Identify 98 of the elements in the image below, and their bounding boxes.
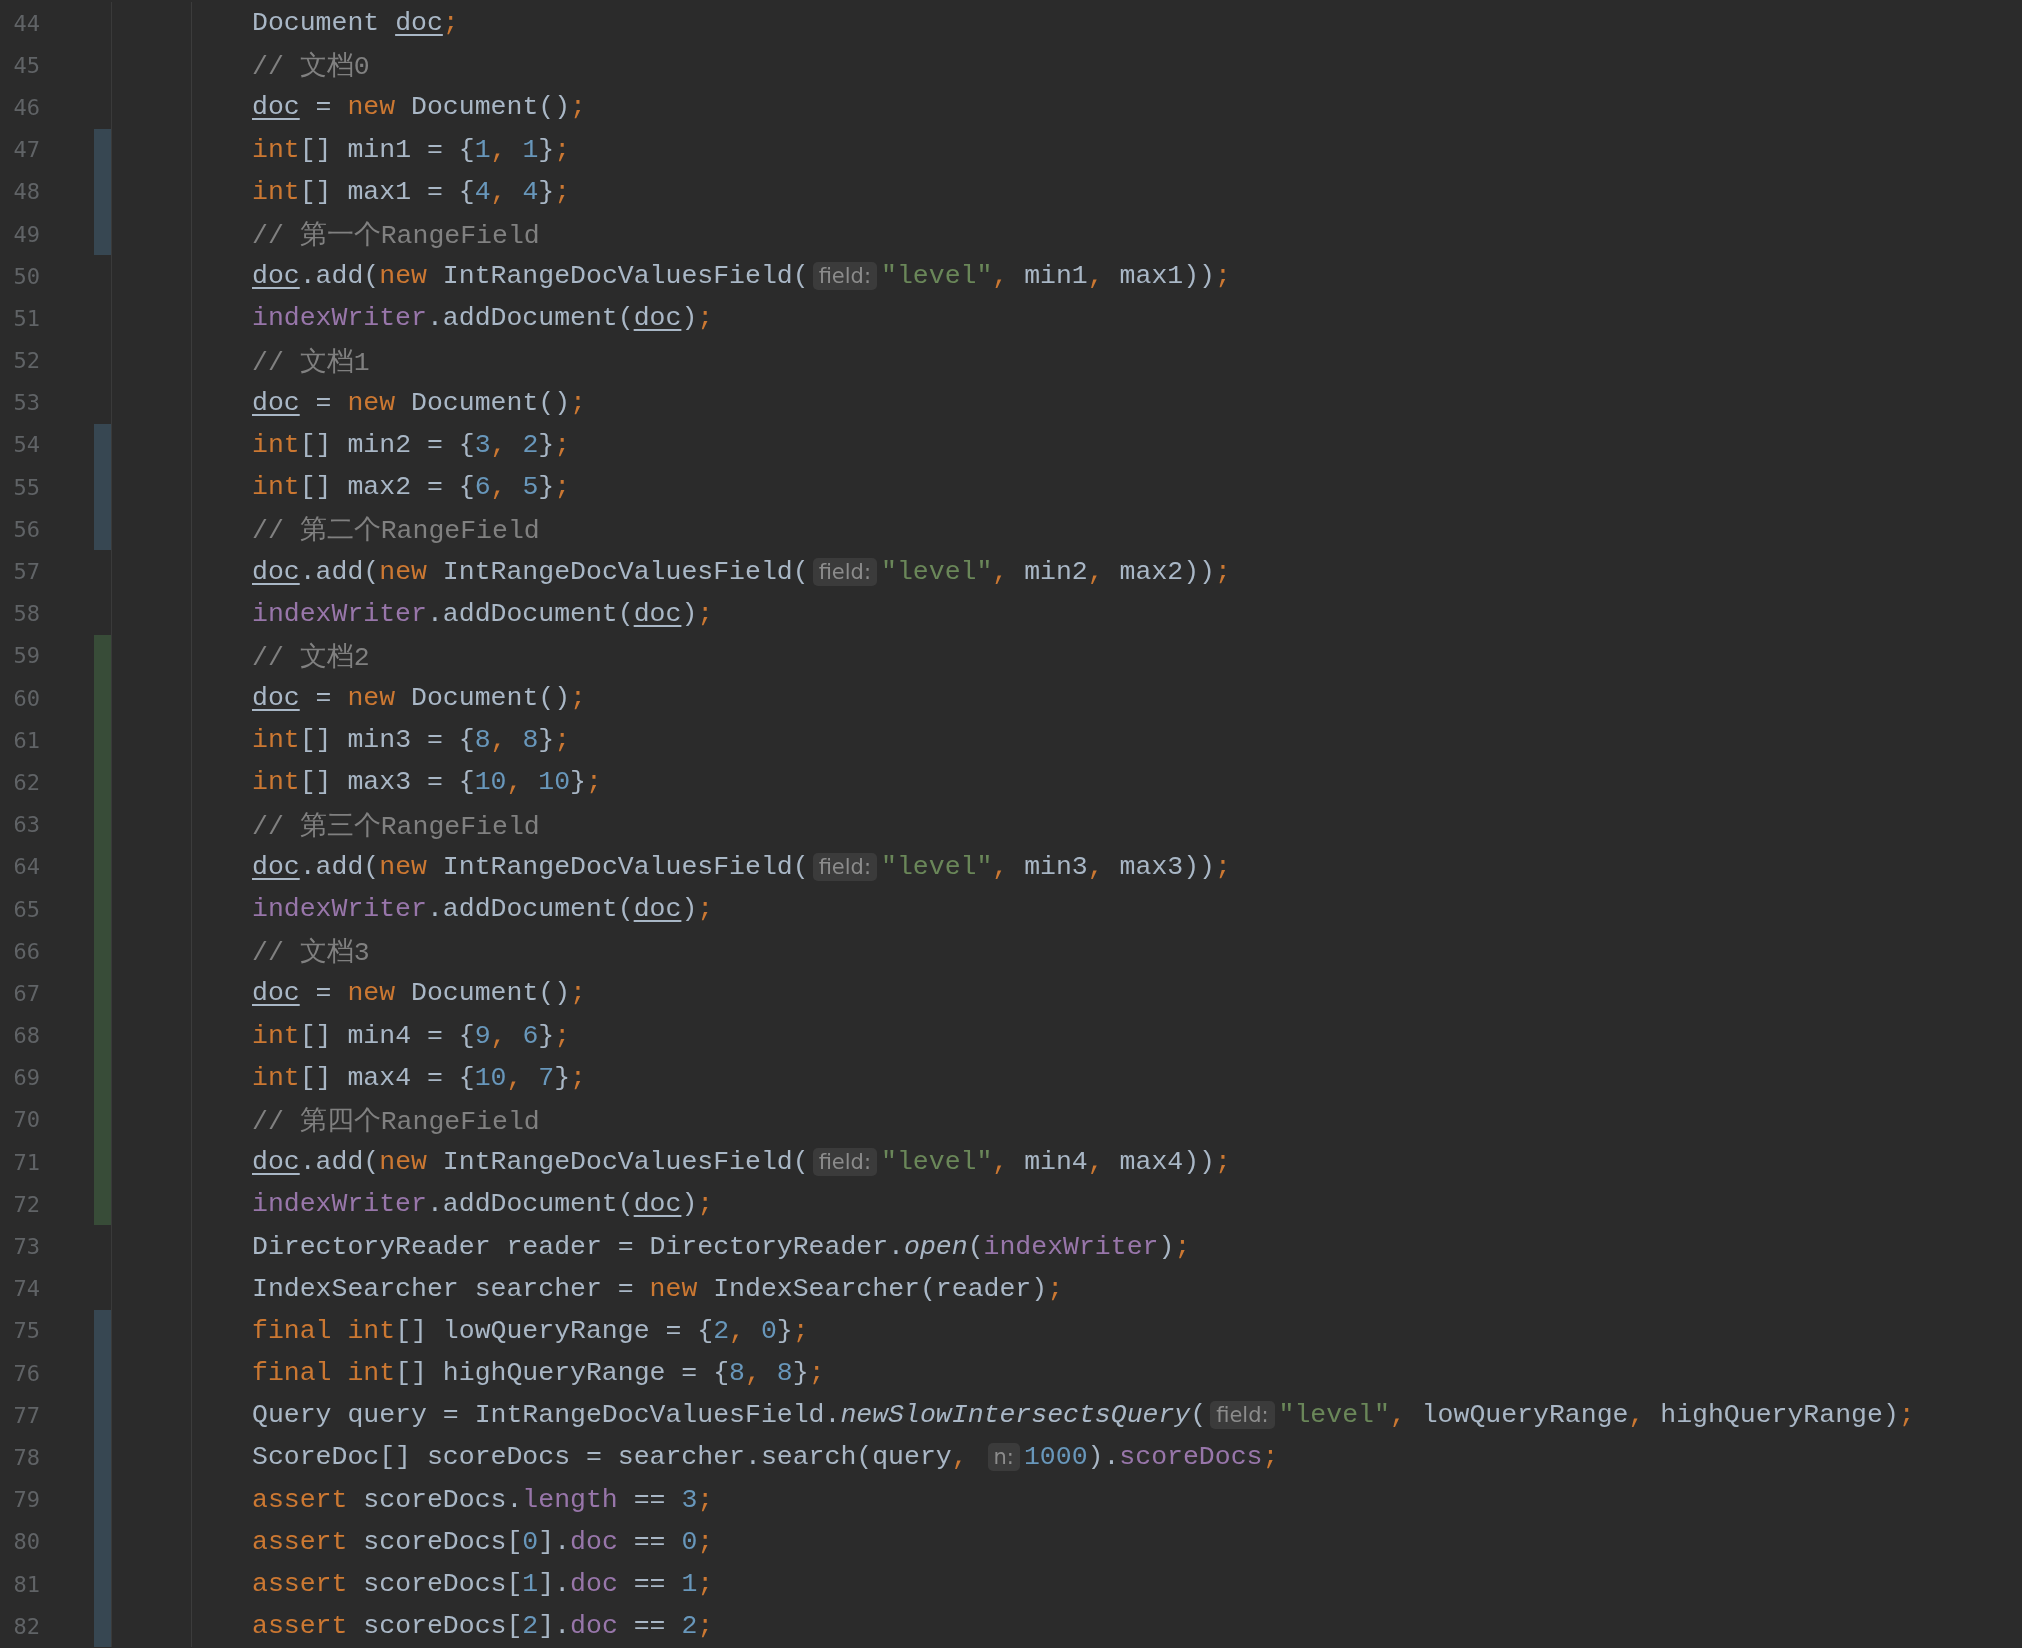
code-text: int[] min2 = {3, 2}; — [252, 429, 571, 460]
line-number: 56 — [12, 516, 40, 542]
code-text: int[] max2 = {6, 5}; — [252, 472, 571, 503]
change-marker — [94, 128, 111, 171]
code-comment: // 文档2 — [252, 641, 370, 674]
code-text: doc = new Document(); — [252, 387, 586, 418]
line-number: 66 — [12, 938, 40, 964]
line-number: 82 — [12, 1613, 40, 1639]
code-text: doc = new Document(); — [252, 683, 586, 714]
line-number: 75 — [12, 1318, 40, 1344]
line-number: 74 — [12, 1276, 40, 1302]
code-text: IndexSearcher searcher = new IndexSearcher(reader); — [252, 1273, 1064, 1304]
change-marker — [94, 423, 111, 467]
change-marker — [94, 212, 111, 256]
code-comment: // 第一个RangeField — [252, 220, 540, 253]
line-number: 69 — [12, 1065, 40, 1091]
line-number: 57 — [12, 559, 40, 585]
parameter-hint: field: — [812, 557, 877, 586]
line-number: 48 — [12, 179, 40, 205]
line-number: 67 — [12, 980, 40, 1006]
line-number: 52 — [12, 348, 40, 374]
code-text: doc.add(new IntRangeDocValuesField( — [252, 556, 809, 587]
code-text: assert scoreDocs[1].doc == 1; — [252, 1569, 714, 1600]
parameter-hint: field: — [812, 852, 877, 881]
line-number: 77 — [12, 1402, 40, 1428]
code-text: "level", min2, max2)); — [881, 556, 1231, 587]
code-text: int[] max3 = {10, 10}; — [252, 767, 602, 798]
code-text: ScoreDoc[] scoreDocs = searcher.search(query, — [252, 1442, 969, 1473]
code-text: int[] max4 = {10, 7}; — [252, 1062, 586, 1093]
code-text: doc.add(new IntRangeDocValuesField( — [252, 1147, 809, 1178]
code-text: final int[] highQueryRange = {8, 8}; — [252, 1358, 825, 1389]
code-comment: // 文档3 — [252, 936, 370, 970]
line-number: 53 — [12, 390, 40, 416]
code-text: indexWriter.addDocument(doc); — [252, 598, 714, 629]
change-marker — [94, 1605, 111, 1648]
code-text: doc = new Document(); — [252, 92, 586, 123]
line-number: 71 — [12, 1149, 40, 1175]
line-number: 60 — [12, 685, 40, 711]
code-text: assert scoreDocs[2].doc == 2; — [252, 1611, 714, 1642]
code-text: "level", lowQueryRange, highQueryRange); — [1278, 1400, 1915, 1431]
change-marker — [94, 1183, 111, 1226]
line-number: 54 — [12, 432, 40, 458]
line-number: 78 — [12, 1444, 40, 1470]
line-number: 65 — [12, 896, 40, 922]
line-number: 73 — [12, 1234, 40, 1260]
line-number: 51 — [12, 305, 40, 331]
line-number: 72 — [12, 1191, 40, 1217]
code-comment: // 第二个RangeField — [252, 515, 540, 548]
code-comment: // 文档1 — [252, 346, 370, 379]
line-number: 45 — [12, 52, 40, 78]
code-text: 1000).scoreDocs; — [1023, 1442, 1279, 1473]
code-text: assert scoreDocs.length == 3; — [252, 1484, 714, 1515]
line-number: 79 — [12, 1487, 40, 1513]
code-text: "level", min1, max1)); — [881, 261, 1231, 292]
code-text: doc = new Document(); — [252, 978, 586, 1009]
code-text: doc.add(new IntRangeDocValuesField( — [252, 851, 809, 882]
code-text: Query query = IntRangeDocValuesField.newSlowIntersectsQuery( — [252, 1400, 1207, 1431]
code-comment: // 第四个RangeField — [252, 1105, 540, 1138]
line-number: 63 — [12, 812, 40, 838]
code-text: int[] min1 = {1, 1}; — [252, 134, 571, 165]
parameter-hint: n: — [987, 1443, 1020, 1472]
code-text: indexWriter.addDocument(doc); — [252, 303, 714, 334]
code-text: int[] min3 = {8, 8}; — [252, 725, 571, 756]
code-text: final int[] lowQueryRange = {2, 0}; — [252, 1315, 809, 1346]
line-number: 44 — [12, 10, 40, 36]
line-number: 55 — [12, 474, 40, 500]
line-number: 61 — [12, 727, 40, 753]
code-text: int[] min4 = {9, 6}; — [252, 1020, 571, 1051]
code-comment: // 文档0 — [252, 50, 370, 84]
line-number: 68 — [12, 1023, 40, 1049]
code-text: assert scoreDocs[0].doc == 0; — [252, 1526, 714, 1557]
line-number: 64 — [12, 854, 40, 880]
code-text: indexWriter.addDocument(doc); — [252, 894, 714, 925]
line-number: 70 — [12, 1107, 40, 1133]
line-number: 59 — [12, 643, 40, 669]
line-number: 47 — [12, 137, 40, 163]
code-text: Document doc; — [252, 8, 459, 39]
line-number: 76 — [12, 1360, 40, 1386]
parameter-hint: field: — [812, 262, 877, 291]
code-text: DirectoryReader reader = DirectoryReader.open(indexWriter); — [252, 1231, 1191, 1262]
line-number: 80 — [12, 1529, 40, 1555]
line-number: 81 — [12, 1571, 40, 1597]
code-text: doc.add(new IntRangeDocValuesField( — [252, 261, 809, 292]
change-marker — [94, 1309, 111, 1352]
change-marker — [94, 508, 111, 551]
code-text: indexWriter.addDocument(doc); — [252, 1189, 714, 1220]
line-number: 49 — [12, 221, 40, 247]
parameter-hint: field: — [812, 1148, 877, 1177]
code-text: "level", min4, max4)); — [881, 1147, 1231, 1178]
code-text: "level", min3, max3)); — [881, 851, 1231, 882]
line-number: 62 — [12, 769, 40, 795]
code-comment: // 第三个RangeField — [252, 810, 540, 843]
parameter-hint: field: — [1210, 1401, 1275, 1430]
line-number: 58 — [12, 601, 40, 627]
code-text: int[] max1 = {4, 4}; — [252, 176, 571, 207]
change-marker — [94, 634, 111, 677]
line-number: 46 — [12, 94, 40, 120]
line-number: 50 — [12, 263, 40, 289]
